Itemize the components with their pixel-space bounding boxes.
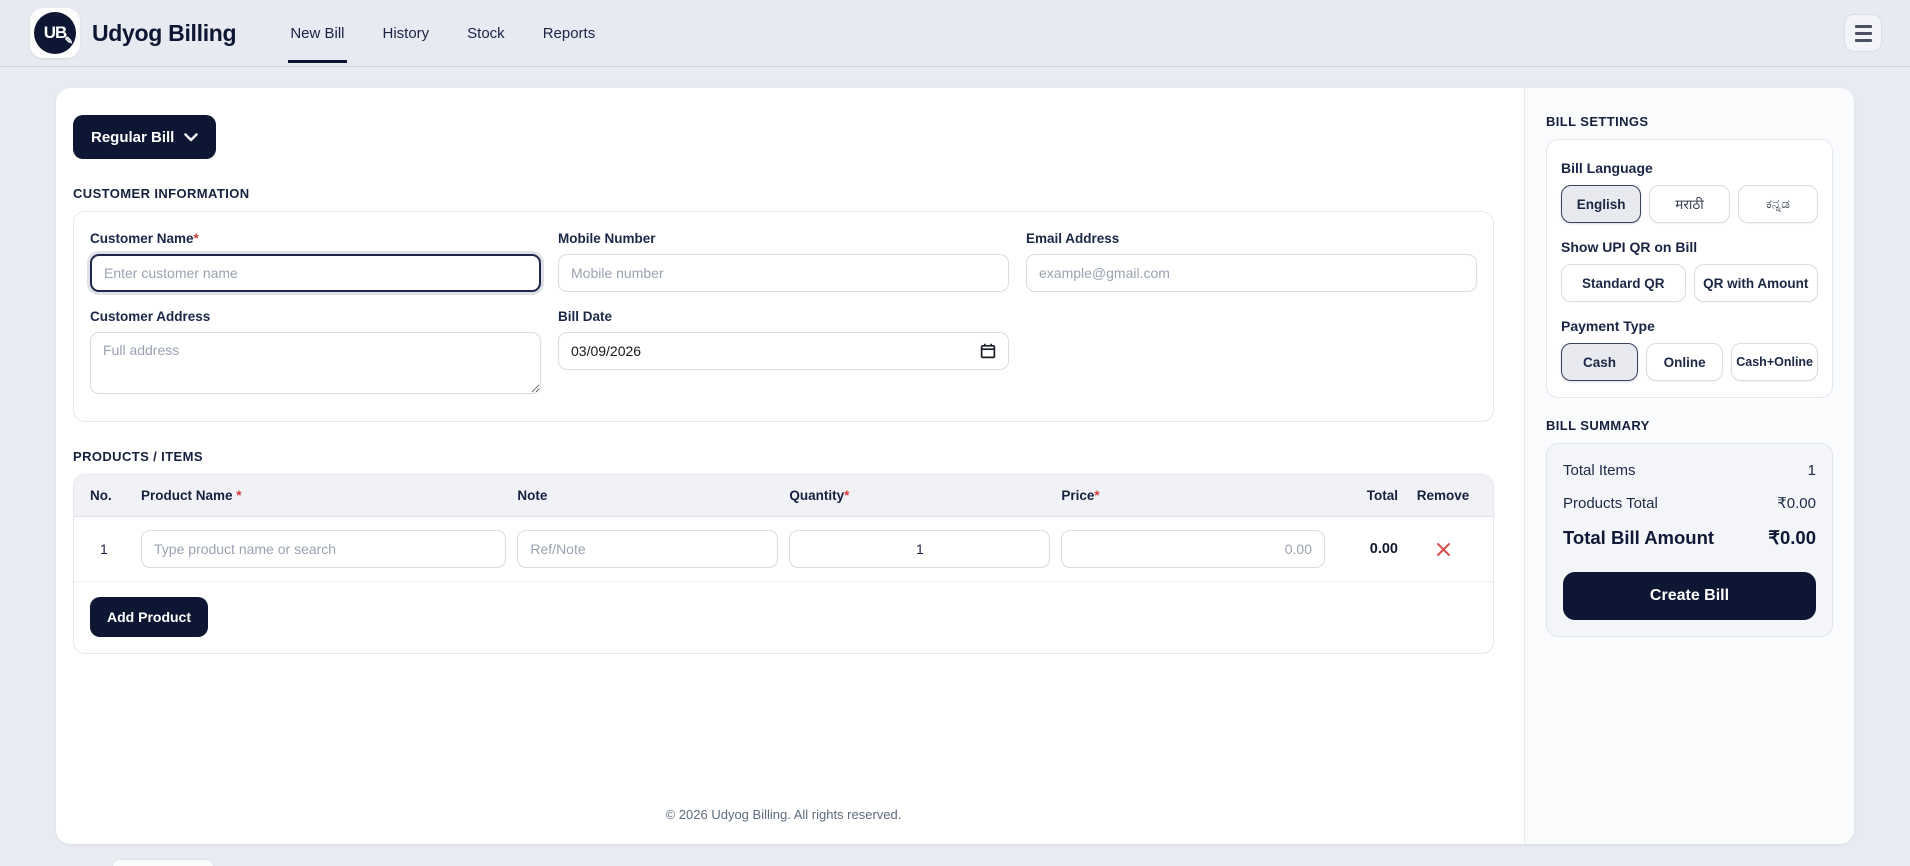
row-number: 1 [100, 541, 108, 557]
bottom-peek-element [112, 859, 214, 866]
page-card: Regular Bill CUSTOMER INFORMATION Custom… [56, 88, 1854, 844]
product-row: 1 0.00 [74, 517, 1493, 582]
language-option-english[interactable]: English [1561, 185, 1642, 223]
calendar-icon[interactable] [980, 343, 996, 359]
bill-summary-panel: Total Items 1 Products Total ₹0.00 Total… [1546, 443, 1833, 637]
email-address-field: Email Address [1026, 231, 1477, 292]
main-nav: New Bill History Stock Reports [288, 0, 597, 66]
product-quantity-input[interactable] [789, 530, 1051, 568]
chevron-down-icon [184, 132, 199, 141]
bill-settings-title: BILL SETTINGS [1546, 114, 1649, 129]
payment-option-cash[interactable]: Cash [1561, 343, 1639, 381]
bill-language-options: English मराठी ಕನ್ನಡ [1561, 185, 1818, 223]
customer-address-label: Customer Address [90, 309, 211, 324]
col-quantity: Quantity* [789, 488, 850, 503]
bill-summary-title: BILL SUMMARY [1546, 418, 1650, 433]
language-option-kannada[interactable]: ಕನ್ನಡ [1737, 185, 1818, 223]
pen-icon: ✎ [64, 36, 73, 47]
close-icon [1436, 542, 1450, 556]
nav-item-new-bill[interactable]: New Bill [288, 3, 347, 63]
nav-item-stock[interactable]: Stock [465, 3, 507, 63]
product-price-input[interactable] [1061, 530, 1325, 568]
logo-text: UB [43, 23, 68, 42]
products-table-header: No. Product Name * Note Quantity* Price*… [74, 475, 1493, 517]
bill-type-label: Regular Bill [91, 128, 175, 146]
col-no: No. [90, 488, 112, 503]
nav-item-history[interactable]: History [381, 3, 432, 63]
upi-option-qr-with-amount[interactable]: QR with Amount [1693, 264, 1818, 302]
bill-settings-sidebar: BILL SETTINGS Bill Language English मराठ… [1524, 88, 1854, 844]
col-price: Price* [1061, 488, 1100, 503]
total-bill-amount-label: Total Bill Amount [1563, 527, 1715, 548]
payment-option-online[interactable]: Online [1646, 343, 1724, 381]
mobile-number-label: Mobile Number [558, 231, 656, 246]
col-total: Total [1366, 488, 1398, 503]
logo-circle: UB ✎ [34, 12, 76, 54]
upi-qr-label: Show UPI QR on Bill [1561, 239, 1698, 255]
product-name-input[interactable] [141, 530, 507, 568]
app-logo: UB ✎ [30, 8, 80, 58]
payment-option-cash-online[interactable]: Cash+Online [1731, 343, 1819, 381]
col-note: Note [517, 488, 548, 503]
total-items-row: Total Items 1 [1563, 462, 1816, 479]
required-asterisk: * [844, 488, 850, 503]
bill-date-input[interactable]: 03/09/2026 [558, 332, 1009, 370]
customer-address-field: Customer Address [90, 309, 541, 399]
required-asterisk: * [236, 488, 242, 503]
email-address-label: Email Address [1026, 231, 1120, 246]
app-title: Udyog Billing [92, 19, 237, 46]
mobile-number-input[interactable] [558, 254, 1009, 292]
products-total-row: Products Total ₹0.00 [1563, 494, 1816, 513]
bill-date-label: Bill Date [558, 309, 613, 324]
email-address-input[interactable] [1026, 254, 1477, 292]
customer-address-input[interactable] [90, 332, 541, 394]
upi-option-standard-qr[interactable]: Standard QR [1561, 264, 1686, 302]
product-note-input[interactable] [517, 530, 779, 568]
customer-name-field: Customer Name* [90, 231, 541, 292]
upi-qr-options: Standard QR QR with Amount [1561, 264, 1818, 302]
remove-row-button[interactable] [1435, 541, 1452, 558]
customer-name-label: Customer Name* [90, 231, 199, 246]
bill-date-value: 03/09/2026 [571, 343, 642, 359]
bill-language-label: Bill Language [1561, 160, 1653, 176]
total-items-value: 1 [1807, 462, 1816, 479]
payment-type-label: Payment Type [1561, 318, 1655, 334]
copyright-footer: © 2026 Udyog Billing. All rights reserve… [665, 807, 902, 822]
payment-type-options: Cash Online Cash+Online [1561, 343, 1819, 381]
bill-type-dropdown[interactable]: Regular Bill [73, 115, 217, 159]
customer-name-input[interactable] [90, 254, 541, 292]
add-product-button[interactable]: Add Product [90, 597, 208, 637]
nav-item-reports[interactable]: Reports [541, 3, 598, 63]
bill-settings-panel: Bill Language English मराठी ಕನ್ನಡ Show U… [1546, 139, 1833, 398]
hamburger-icon [1854, 24, 1872, 28]
customer-information-panel: Customer Name* Mobile Number Email Addre… [73, 211, 1494, 422]
language-option-marathi[interactable]: मराठी [1649, 185, 1730, 223]
total-bill-amount-value: ₹0.00 [1768, 527, 1816, 548]
col-remove: Remove [1416, 488, 1470, 503]
bill-date-field: Bill Date 03/09/2026 [558, 309, 1009, 399]
products-total-label: Products Total [1563, 494, 1658, 512]
required-asterisk: * [193, 231, 199, 246]
hamburger-menu-button[interactable] [1844, 14, 1882, 52]
mobile-number-field: Mobile Number [558, 231, 1009, 292]
bill-form-area: Regular Bill CUSTOMER INFORMATION Custom… [56, 88, 1524, 844]
products-total-value: ₹0.00 [1777, 495, 1816, 512]
total-items-label: Total Items [1563, 462, 1636, 479]
products-items-title: PRODUCTS / ITEMS [73, 449, 203, 464]
row-total-value: 0.00 [1369, 541, 1398, 557]
col-product-name: Product Name * [141, 488, 242, 503]
app-header: UB ✎ Udyog Billing New Bill History Stoc… [0, 0, 1910, 67]
required-asterisk: * [1094, 488, 1100, 503]
products-panel: No. Product Name * Note Quantity* Price*… [73, 474, 1494, 654]
customer-information-title: CUSTOMER INFORMATION [73, 186, 250, 201]
total-bill-amount-row: Total Bill Amount ₹0.00 [1563, 527, 1816, 549]
create-bill-button[interactable]: Create Bill [1563, 572, 1816, 620]
